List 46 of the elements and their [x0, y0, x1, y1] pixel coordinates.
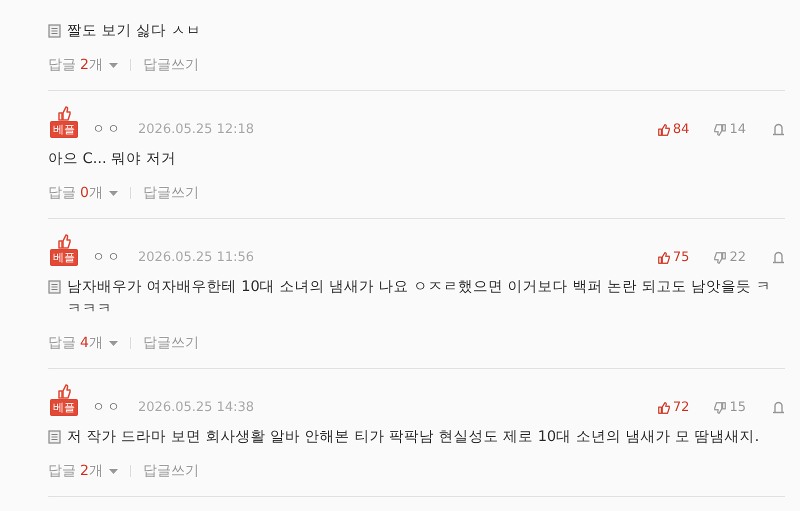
comment-text: 아으 C... 뭐야 저거	[48, 150, 176, 169]
write-reply-button[interactable]: 답글쓰기	[142, 56, 199, 74]
write-reply-button[interactable]: 답글쓰기	[142, 462, 199, 480]
thumbs-down-icon	[713, 400, 728, 414]
siren-icon	[772, 123, 785, 136]
write-reply-button[interactable]: 답글쓰기	[142, 334, 199, 352]
replies-toggle[interactable]: 답글 0개	[48, 184, 118, 202]
best-badge: 베플	[50, 249, 78, 266]
thumbs-up-icon	[656, 250, 671, 264]
caret-icon	[108, 468, 118, 474]
thumbs-down-icon	[713, 122, 728, 136]
author-name: ㅇㅇ	[92, 399, 122, 416]
comment-text: 저 작가 드라마 보면 회사생활 알바 안해본 티가 팍팍남 현실성도 제로 10대 소년의 냄새가 모 땀냄새지.	[67, 428, 760, 447]
replies-toggle[interactable]: 답글 4개	[48, 334, 118, 352]
like-button[interactable]: 72	[656, 399, 690, 416]
best-badge: 베플	[50, 399, 78, 416]
thumbs-down-icon	[713, 250, 728, 264]
thumbs-up-icon	[656, 400, 671, 414]
comment-date: 2026.05.25 11:56	[138, 249, 254, 266]
siren-icon	[772, 401, 785, 414]
like-button[interactable]: 84	[656, 121, 690, 138]
caret-icon	[108, 62, 118, 68]
thumbs-up-icon	[56, 383, 72, 399]
thumbs-up-icon	[56, 105, 72, 121]
thumbs-up-icon	[656, 122, 671, 136]
comment-text: 짤도 보기 싫다 ㅅㅂ	[67, 22, 201, 41]
like-button[interactable]: 75	[656, 249, 690, 266]
dislike-button[interactable]: 22	[713, 249, 746, 266]
comment-date: 2026.05.25 14:38	[138, 399, 254, 416]
author-name: ㅇㅇ	[92, 121, 122, 138]
report-button[interactable]	[772, 251, 785, 264]
caret-icon	[108, 340, 118, 346]
caret-icon	[108, 190, 118, 196]
report-button[interactable]	[772, 123, 785, 136]
write-reply-button[interactable]: 답글쓰기	[142, 184, 199, 202]
comment-date: 2026.05.25 12:18	[138, 121, 254, 138]
dislike-button[interactable]: 14	[713, 121, 746, 138]
siren-icon	[772, 251, 785, 264]
replies-toggle[interactable]: 답글 2개	[48, 462, 118, 480]
replies-toggle[interactable]: 답글 2개	[48, 56, 118, 74]
dislike-button[interactable]: 15	[713, 399, 746, 416]
author-name: ㅇㅇ	[92, 249, 122, 266]
comment-text: 남자배우가 여자배우한테 10대 소녀의 냄새가 나요 ㅇㅈㄹ했으면 이거보다 백퍼 논란 되고도 남앗을듯 ㅋㅋㅋㅋ	[67, 278, 772, 319]
report-button[interactable]	[772, 401, 785, 414]
thumbs-up-icon	[56, 233, 72, 249]
best-badge: 베플	[50, 121, 78, 138]
